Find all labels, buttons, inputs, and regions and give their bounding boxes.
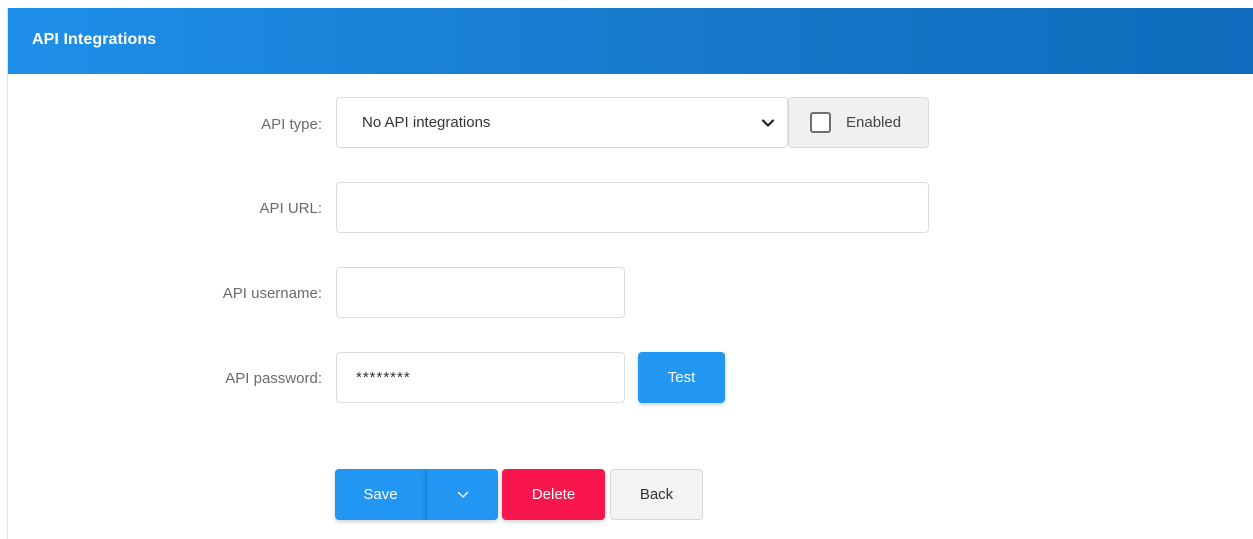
- api-username-input[interactable]: [336, 267, 625, 318]
- api-url-input[interactable]: [336, 182, 929, 233]
- api-username-label: API username:: [222, 285, 322, 302]
- api-integrations-panel: API Integrations API type: No API integr…: [7, 8, 1253, 539]
- api-url-label: API URL:: [259, 200, 322, 217]
- test-button[interactable]: Test: [638, 352, 725, 403]
- api-password-value: ********: [356, 369, 411, 386]
- enabled-toggle[interactable]: Enabled: [788, 97, 929, 148]
- page-title: API Integrations: [32, 31, 157, 48]
- api-type-selected-value: No API integrations: [362, 114, 491, 131]
- chevron-down-icon: [457, 491, 469, 498]
- delete-button[interactable]: Delete: [502, 469, 605, 520]
- enabled-label: Enabled: [846, 114, 902, 131]
- back-button[interactable]: Back: [610, 469, 703, 520]
- save-options-button[interactable]: [426, 469, 498, 520]
- panel-header: API Integrations: [8, 8, 1253, 74]
- api-type-select[interactable]: No API integrations: [336, 97, 788, 148]
- api-type-label: API type:: [261, 116, 322, 133]
- chevron-down-icon: [761, 119, 775, 127]
- enabled-checkbox[interactable]: [810, 112, 831, 133]
- save-button[interactable]: Save: [335, 469, 426, 520]
- api-password-input[interactable]: ********: [336, 352, 625, 403]
- api-password-label: API password:: [225, 370, 322, 387]
